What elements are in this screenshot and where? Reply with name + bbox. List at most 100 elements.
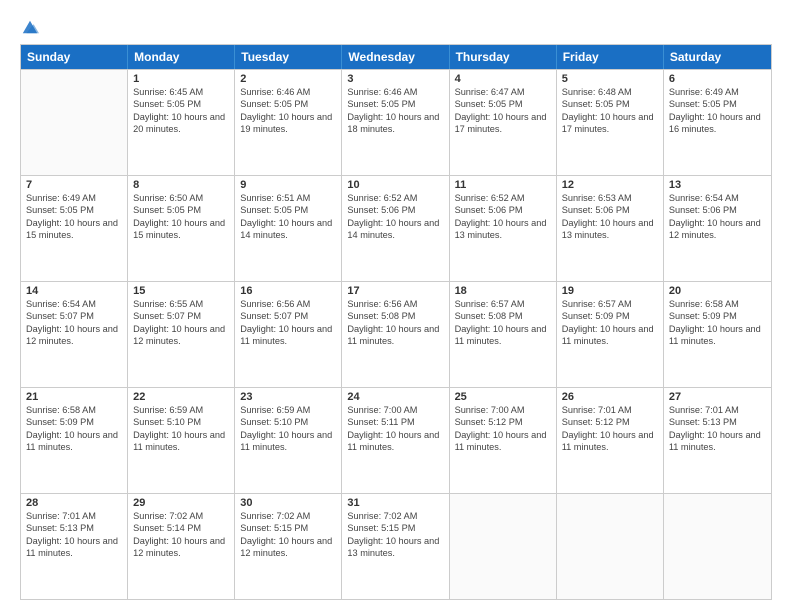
cell-info-line: Sunrise: 6:53 AM: [562, 192, 658, 204]
logo: [20, 18, 39, 34]
calendar-cell: 6Sunrise: 6:49 AMSunset: 5:05 PMDaylight…: [664, 70, 771, 175]
cell-info-line: Sunrise: 7:00 AM: [347, 404, 443, 416]
day-of-week-header: Friday: [557, 45, 664, 69]
calendar-cell: 14Sunrise: 6:54 AMSunset: 5:07 PMDayligh…: [21, 282, 128, 387]
cell-info-line: Sunset: 5:06 PM: [562, 204, 658, 216]
cell-info-line: Sunrise: 6:50 AM: [133, 192, 229, 204]
cell-info-line: Daylight: 10 hours and 11 minutes.: [240, 323, 336, 348]
cell-info-line: Daylight: 10 hours and 11 minutes.: [562, 323, 658, 348]
calendar-cell: [21, 70, 128, 175]
cell-info-line: Sunset: 5:09 PM: [26, 416, 122, 428]
day-number: 26: [562, 391, 658, 403]
header: [20, 18, 772, 34]
cell-info-line: Sunrise: 6:45 AM: [133, 86, 229, 98]
cell-info-line: Sunset: 5:06 PM: [455, 204, 551, 216]
day-number: 5: [562, 73, 658, 85]
calendar-week-row: 7Sunrise: 6:49 AMSunset: 5:05 PMDaylight…: [21, 175, 771, 281]
cell-info-line: Sunrise: 6:51 AM: [240, 192, 336, 204]
cell-info-line: Sunrise: 6:57 AM: [562, 298, 658, 310]
day-of-week-header: Thursday: [450, 45, 557, 69]
day-of-week-header: Monday: [128, 45, 235, 69]
cell-info-line: Sunrise: 6:57 AM: [455, 298, 551, 310]
calendar-cell: 8Sunrise: 6:50 AMSunset: 5:05 PMDaylight…: [128, 176, 235, 281]
page: SundayMondayTuesdayWednesdayThursdayFrid…: [0, 0, 792, 612]
day-number: 21: [26, 391, 122, 403]
day-number: 18: [455, 285, 551, 297]
cell-info-line: Daylight: 10 hours and 18 minutes.: [347, 111, 443, 136]
calendar-cell: 17Sunrise: 6:56 AMSunset: 5:08 PMDayligh…: [342, 282, 449, 387]
day-of-week-header: Wednesday: [342, 45, 449, 69]
calendar-cell: 15Sunrise: 6:55 AMSunset: 5:07 PMDayligh…: [128, 282, 235, 387]
day-number: 11: [455, 179, 551, 191]
cell-info-line: Daylight: 10 hours and 16 minutes.: [669, 111, 766, 136]
calendar-body: 1Sunrise: 6:45 AMSunset: 5:05 PMDaylight…: [21, 69, 771, 599]
calendar-cell: 7Sunrise: 6:49 AMSunset: 5:05 PMDaylight…: [21, 176, 128, 281]
calendar-cell: [450, 494, 557, 599]
calendar-cell: 5Sunrise: 6:48 AMSunset: 5:05 PMDaylight…: [557, 70, 664, 175]
calendar-cell: 30Sunrise: 7:02 AMSunset: 5:15 PMDayligh…: [235, 494, 342, 599]
calendar-cell: 29Sunrise: 7:02 AMSunset: 5:14 PMDayligh…: [128, 494, 235, 599]
calendar-cell: 31Sunrise: 7:02 AMSunset: 5:15 PMDayligh…: [342, 494, 449, 599]
cell-info-line: Daylight: 10 hours and 17 minutes.: [455, 111, 551, 136]
cell-info-line: Daylight: 10 hours and 11 minutes.: [669, 429, 766, 454]
calendar-week-row: 14Sunrise: 6:54 AMSunset: 5:07 PMDayligh…: [21, 281, 771, 387]
cell-info-line: Sunrise: 6:56 AM: [347, 298, 443, 310]
cell-info-line: Daylight: 10 hours and 11 minutes.: [347, 429, 443, 454]
cell-info-line: Sunset: 5:10 PM: [240, 416, 336, 428]
cell-info-line: Sunrise: 7:01 AM: [26, 510, 122, 522]
calendar-cell: 10Sunrise: 6:52 AMSunset: 5:06 PMDayligh…: [342, 176, 449, 281]
cell-info-line: Daylight: 10 hours and 12 minutes.: [133, 535, 229, 560]
day-number: 9: [240, 179, 336, 191]
cell-info-line: Sunrise: 6:56 AM: [240, 298, 336, 310]
calendar-cell: 19Sunrise: 6:57 AMSunset: 5:09 PMDayligh…: [557, 282, 664, 387]
calendar-week-row: 28Sunrise: 7:01 AMSunset: 5:13 PMDayligh…: [21, 493, 771, 599]
cell-info-line: Sunset: 5:09 PM: [562, 310, 658, 322]
cell-info-line: Daylight: 10 hours and 11 minutes.: [347, 323, 443, 348]
day-number: 14: [26, 285, 122, 297]
cell-info-line: Sunrise: 6:54 AM: [669, 192, 766, 204]
cell-info-line: Daylight: 10 hours and 14 minutes.: [347, 217, 443, 242]
cell-info-line: Daylight: 10 hours and 14 minutes.: [240, 217, 336, 242]
day-number: 28: [26, 497, 122, 509]
cell-info-line: Daylight: 10 hours and 11 minutes.: [26, 429, 122, 454]
calendar-cell: 23Sunrise: 6:59 AMSunset: 5:10 PMDayligh…: [235, 388, 342, 493]
calendar-header-row: SundayMondayTuesdayWednesdayThursdayFrid…: [21, 45, 771, 69]
cell-info-line: Sunset: 5:05 PM: [133, 98, 229, 110]
cell-info-line: Daylight: 10 hours and 11 minutes.: [669, 323, 766, 348]
cell-info-line: Sunrise: 7:01 AM: [669, 404, 766, 416]
cell-info-line: Sunrise: 6:49 AM: [26, 192, 122, 204]
day-number: 16: [240, 285, 336, 297]
cell-info-line: Sunrise: 6:59 AM: [240, 404, 336, 416]
cell-info-line: Daylight: 10 hours and 11 minutes.: [133, 429, 229, 454]
cell-info-line: Sunset: 5:07 PM: [240, 310, 336, 322]
cell-info-line: Daylight: 10 hours and 11 minutes.: [455, 323, 551, 348]
day-number: 15: [133, 285, 229, 297]
calendar-cell: 21Sunrise: 6:58 AMSunset: 5:09 PMDayligh…: [21, 388, 128, 493]
calendar-cell: 27Sunrise: 7:01 AMSunset: 5:13 PMDayligh…: [664, 388, 771, 493]
calendar: SundayMondayTuesdayWednesdayThursdayFrid…: [20, 44, 772, 600]
cell-info-line: Sunrise: 6:52 AM: [455, 192, 551, 204]
cell-info-line: Sunset: 5:15 PM: [240, 522, 336, 534]
calendar-cell: 20Sunrise: 6:58 AMSunset: 5:09 PMDayligh…: [664, 282, 771, 387]
calendar-cell: 16Sunrise: 6:56 AMSunset: 5:07 PMDayligh…: [235, 282, 342, 387]
day-number: 2: [240, 73, 336, 85]
cell-info-line: Sunset: 5:08 PM: [455, 310, 551, 322]
calendar-cell: 1Sunrise: 6:45 AMSunset: 5:05 PMDaylight…: [128, 70, 235, 175]
calendar-cell: 22Sunrise: 6:59 AMSunset: 5:10 PMDayligh…: [128, 388, 235, 493]
calendar-cell: 9Sunrise: 6:51 AMSunset: 5:05 PMDaylight…: [235, 176, 342, 281]
cell-info-line: Sunrise: 7:00 AM: [455, 404, 551, 416]
calendar-cell: 12Sunrise: 6:53 AMSunset: 5:06 PMDayligh…: [557, 176, 664, 281]
cell-info-line: Sunset: 5:05 PM: [347, 98, 443, 110]
calendar-cell: 4Sunrise: 6:47 AMSunset: 5:05 PMDaylight…: [450, 70, 557, 175]
cell-info-line: Sunset: 5:07 PM: [133, 310, 229, 322]
cell-info-line: Daylight: 10 hours and 13 minutes.: [562, 217, 658, 242]
cell-info-line: Sunrise: 6:59 AM: [133, 404, 229, 416]
day-number: 6: [669, 73, 766, 85]
calendar-cell: 28Sunrise: 7:01 AMSunset: 5:13 PMDayligh…: [21, 494, 128, 599]
day-number: 22: [133, 391, 229, 403]
cell-info-line: Daylight: 10 hours and 20 minutes.: [133, 111, 229, 136]
cell-info-line: Sunset: 5:05 PM: [669, 98, 766, 110]
day-number: 4: [455, 73, 551, 85]
cell-info-line: Sunrise: 7:02 AM: [133, 510, 229, 522]
day-number: 13: [669, 179, 766, 191]
